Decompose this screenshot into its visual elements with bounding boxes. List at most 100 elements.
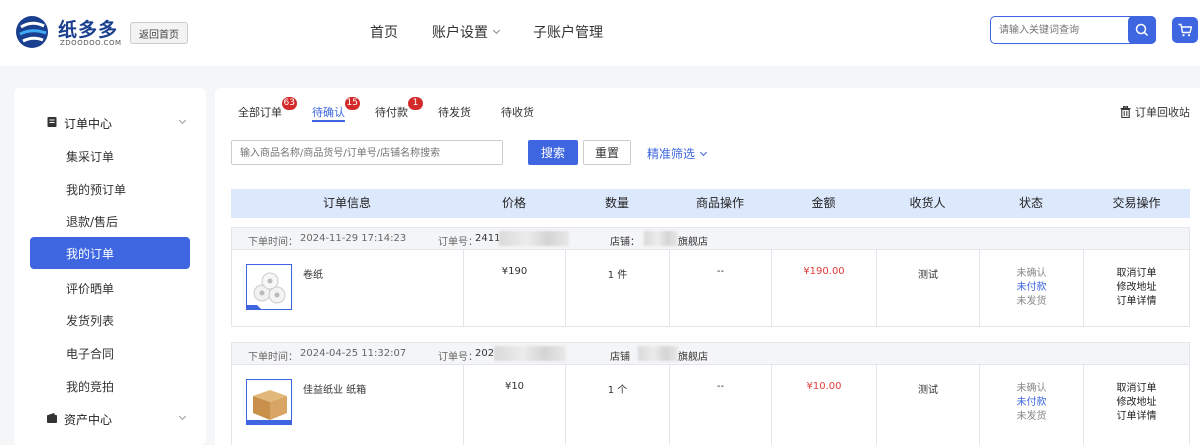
carton-box-image (247, 380, 291, 424)
product-op-cell: -- (670, 365, 772, 445)
toilet-paper-image (247, 265, 291, 309)
order-details-link[interactable]: 订单详情 (1084, 410, 1189, 424)
wallet-icon (47, 413, 57, 423)
order-tabs: 全部订单 63 待确认 15 待付款 1 待发货 待收货 (238, 97, 564, 122)
sidebar-item-bulk-orders[interactable]: 集采订单 (30, 140, 190, 172)
orders-panel: 全部订单 63 待确认 15 待付款 1 待发货 待收货 订单回收站 搜索 (215, 88, 1200, 445)
advanced-filter-toggle[interactable]: 精准筛选 (647, 145, 708, 162)
quantity: 1 件 (607, 270, 628, 281)
sidebar-item-shipments[interactable]: 发货列表 (30, 304, 190, 336)
col-product-actions: 商品操作 (695, 196, 744, 210)
search-button[interactable]: 搜索 (528, 140, 578, 165)
order-product-cell: 卷纸 (232, 250, 464, 326)
amount-cell: ¥190.00 (772, 250, 877, 326)
recycle-bin-link[interactable]: 订单回收站 (1120, 104, 1190, 120)
order-number: 2411 (475, 233, 501, 244)
status-cell: 未确认 未付款 未发货 (980, 250, 1084, 326)
order-details-link[interactable]: 订单详情 (1084, 295, 1189, 309)
cart-button[interactable] (1172, 17, 1198, 43)
top-header: 纸多多 ZDOODOO.COM 返回首页 首页 账户设置 子账户管理 (0, 0, 1200, 66)
tab-pending-shipment[interactable]: 待发货 (438, 98, 471, 122)
price-cell: ¥10 (464, 365, 566, 445)
actions-cell: 取消订单 修改地址 订单详情 (1084, 365, 1189, 445)
status-unpaid-link[interactable]: 未付款 (980, 281, 1083, 295)
nav-sub-accounts[interactable]: 子账户管理 (533, 22, 603, 42)
redacted-shop-name (644, 231, 678, 246)
unit-price: ¥10 (504, 381, 525, 392)
redacted-order-number (499, 231, 569, 246)
tab-all-orders[interactable]: 全部订单 63 (238, 97, 297, 122)
sidebar-group-assets[interactable]: 资产中心 (14, 406, 206, 432)
col-order-info: 订单信息 (322, 196, 371, 210)
order-time: 2024-11-29 17:14:23 (300, 233, 407, 244)
cart-icon (1178, 23, 1193, 37)
back-home-button[interactable]: 返回首页 (130, 22, 188, 44)
status-cell: 未确认 未付款 未发货 (980, 365, 1084, 445)
sidebar-item-refunds[interactable]: 退款/售后 (30, 205, 190, 237)
header-search-button[interactable] (1128, 16, 1156, 44)
product-name[interactable]: 佳益纸业 纸箱 (303, 381, 366, 396)
logo[interactable]: 纸多多 ZDOODOO.COM (14, 14, 124, 50)
order-header: 下单时间： 2024-04-25 11:32:07 订单号： 202 店铺 旗舰… (232, 343, 1189, 365)
chevron-down-icon (492, 26, 501, 35)
cancel-order-link[interactable]: 取消订单 (1084, 382, 1189, 396)
order-product-cell: 佳益纸业 纸箱 (232, 365, 464, 445)
sidebar: 订单中心 集采订单 我的预订单 退款/售后 我的订单 评价晒单 发货列表 电子合… (14, 88, 206, 445)
status-unpaid-link[interactable]: 未付款 (980, 396, 1083, 410)
product-name[interactable]: 卷纸 (303, 266, 323, 281)
order-search-input[interactable] (240, 146, 496, 160)
shop-name: 旗舰店 (678, 352, 708, 363)
status-unshipped: 未发货 (1016, 296, 1047, 307)
sidebar-item-reviews[interactable]: 评价晒单 (30, 272, 190, 304)
redacted-order-number (494, 346, 566, 361)
search-icon (1135, 23, 1149, 37)
header-search-input[interactable] (999, 22, 1129, 38)
shop-name: 旗舰店 (678, 237, 708, 248)
status-unshipped: 未发货 (1016, 411, 1047, 422)
trash-icon (1120, 106, 1131, 118)
reset-button[interactable]: 重置 (583, 140, 631, 165)
product-operation: -- (716, 381, 725, 392)
product-thumbnail[interactable] (246, 379, 292, 425)
edit-address-link[interactable]: 修改地址 (1084, 281, 1189, 295)
product-thumbnail[interactable] (246, 264, 292, 310)
order-card: 下单时间： 2024-11-29 17:14:23 订单号： 2411 店铺： … (231, 227, 1190, 327)
sidebar-item-pre-orders[interactable]: 我的预订单 (30, 173, 190, 205)
nav-account-settings[interactable]: 账户设置 (432, 22, 501, 42)
logo-icon (16, 16, 48, 48)
sidebar-item-my-orders[interactable]: 我的订单 (30, 237, 190, 269)
sidebar-item-contracts[interactable]: 电子合同 (30, 337, 190, 369)
product-op-cell: -- (670, 250, 772, 326)
status-unconfirmed: 未确认 (1016, 383, 1047, 394)
sidebar-group-order-center[interactable]: 订单中心 (14, 110, 206, 136)
col-trade-actions: 交易操作 (1112, 196, 1161, 210)
actions-cell: 取消订单 修改地址 订单详情 (1084, 250, 1189, 326)
order-card: 下单时间： 2024-04-25 11:32:07 订单号： 202 店铺 旗舰… (231, 342, 1190, 445)
sidebar-item-auctions[interactable]: 我的竞拍 (30, 370, 190, 402)
unit-price: ¥190 (501, 266, 528, 277)
tab-pending-confirm[interactable]: 待确认 15 (312, 97, 360, 122)
product-operation: -- (716, 266, 725, 277)
tab-pending-receipt[interactable]: 待收货 (501, 98, 534, 122)
quantity-cell: 1 件 (566, 250, 670, 326)
quantity-cell: 1 个 (566, 365, 670, 445)
amount-cell: ¥10.00 (772, 365, 877, 445)
table-header: 订单信息 价格 数量 商品操作 金额 收货人 状态 交易操作 (231, 189, 1190, 218)
receiver-name: 测试 (918, 385, 938, 396)
order-icon (47, 117, 57, 127)
edit-address-link[interactable]: 修改地址 (1084, 396, 1189, 410)
tab-pending-payment[interactable]: 待付款 1 (375, 97, 423, 122)
brand-domain: ZDOODOO.COM (60, 39, 122, 47)
col-amount: 金额 (811, 196, 836, 210)
receiver-cell: 测试 (877, 250, 980, 326)
order-time: 2024-04-25 11:32:07 (300, 348, 407, 359)
col-status: 状态 (1018, 196, 1043, 210)
redacted-shop-name (638, 346, 678, 361)
col-price: 价格 (501, 196, 526, 210)
chevron-down-icon (178, 116, 187, 125)
status-unconfirmed: 未确认 (1016, 268, 1047, 279)
nav-home[interactable]: 首页 (370, 22, 398, 42)
order-number: 202 (475, 348, 495, 359)
brand-name: 纸多多 (58, 19, 119, 41)
cancel-order-link[interactable]: 取消订单 (1084, 267, 1189, 281)
